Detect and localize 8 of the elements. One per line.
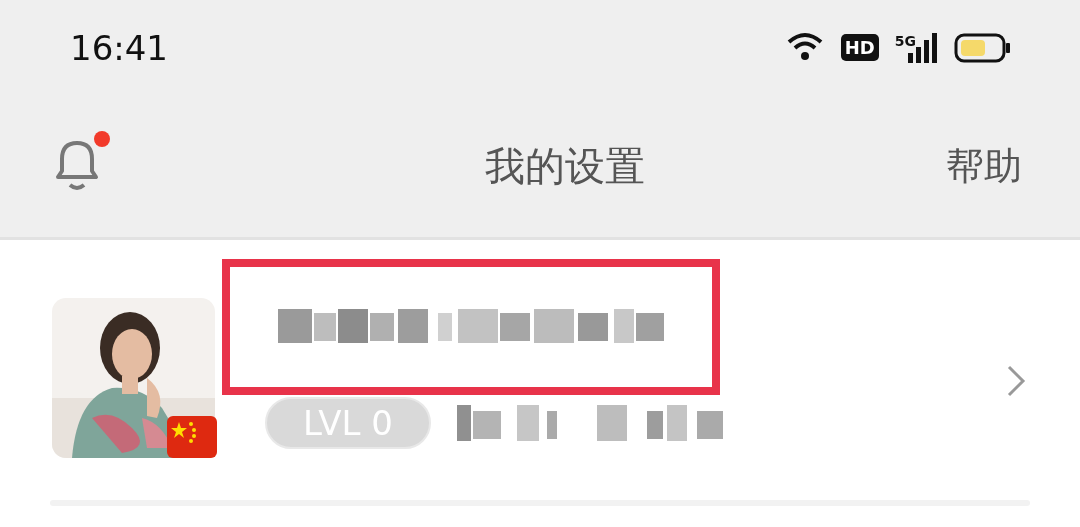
page-title: 我的设置 — [485, 141, 645, 191]
network-label: 5G — [894, 32, 916, 49]
chevron-right-icon — [1006, 364, 1026, 398]
battery-icon — [954, 32, 1012, 63]
hd-badge: HD — [840, 34, 879, 61]
clock-time: 16:41 — [70, 27, 168, 68]
flag-icon — [167, 416, 217, 458]
help-link[interactable]: 帮助 — [946, 140, 1022, 192]
